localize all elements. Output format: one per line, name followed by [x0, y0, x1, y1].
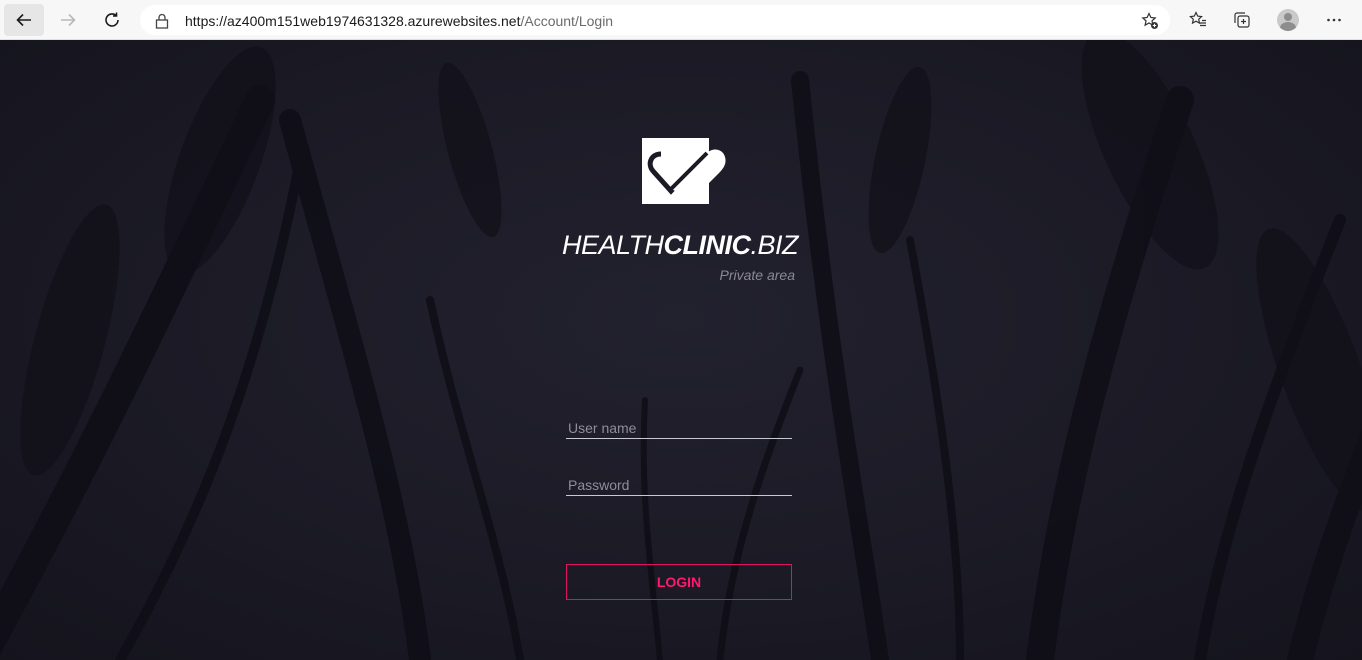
lock-icon[interactable] — [155, 13, 169, 29]
profile-button[interactable] — [1270, 4, 1306, 36]
reload-button[interactable] — [92, 4, 132, 36]
brand-suffix: .BIZ — [750, 230, 799, 260]
back-button[interactable] — [4, 4, 44, 36]
favorites-button[interactable] — [1180, 4, 1216, 36]
password-input[interactable] — [566, 474, 792, 496]
forward-arrow-icon — [61, 13, 76, 27]
address-bar[interactable]: https://az400m151web1974631328.azurewebs… — [140, 5, 1170, 35]
login-page: HEALTHCLINIC.BIZ Private area LOGIN — [0, 40, 1362, 660]
forward-button[interactable] — [48, 4, 88, 36]
favorite-add-icon[interactable] — [1141, 12, 1159, 30]
login-button[interactable]: LOGIN — [566, 564, 792, 600]
url-host: https://az400m151web1974631328.azurewebs… — [185, 13, 521, 29]
username-input[interactable] — [566, 417, 792, 439]
profile-avatar-icon — [1277, 9, 1299, 31]
subtitle: Private area — [719, 267, 795, 283]
heart-check-logo — [642, 138, 726, 204]
url-text[interactable]: https://az400m151web1974631328.azurewebs… — [185, 13, 613, 29]
brand-light: HEALTH — [562, 230, 664, 260]
brand-bold: CLINIC — [663, 230, 752, 260]
brand-wordmark: HEALTHCLINIC.BIZ — [562, 230, 799, 261]
more-menu-button[interactable] — [1316, 4, 1352, 36]
url-path: /Account/Login — [520, 13, 614, 29]
reload-icon — [105, 12, 119, 27]
favorites-icon — [1189, 11, 1206, 27]
browser-toolbar: https://az400m151web1974631328.azurewebs… — [0, 0, 1362, 40]
back-arrow-icon — [16, 13, 31, 27]
collections-icon — [1234, 12, 1250, 28]
collections-button[interactable] — [1224, 4, 1260, 36]
more-menu-icon — [1327, 18, 1341, 22]
